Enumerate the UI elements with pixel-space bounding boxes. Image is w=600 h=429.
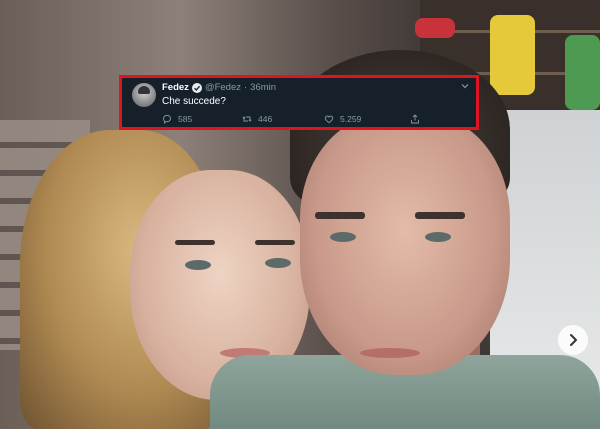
chevron-down-icon[interactable] [460,81,470,91]
tweet-actions: 585 446 5.259 [162,114,430,124]
man-eye [330,232,356,242]
woman-eyebrow [175,240,215,245]
like-button[interactable]: 5.259 [324,114,410,124]
turtle-toy [565,35,600,110]
next-photo-button[interactable] [558,325,588,355]
display-name[interactable]: Fedez [162,82,189,94]
woman-eye [185,260,211,270]
reply-count: 585 [178,114,193,124]
next-arrow-icon [570,334,577,346]
man-lips [360,348,420,358]
tweet-text: Che succede? [162,96,226,107]
reply-button[interactable]: 585 [162,114,242,124]
red-toy [415,18,455,38]
tweet-time[interactable]: 36min [250,82,276,94]
avatar[interactable] [132,83,156,107]
woman-eyebrow [255,240,295,245]
man-eyebrow [415,212,465,219]
sponge-toy [490,15,535,95]
tweet-header: Fedez @Fedez · 36min [162,82,276,94]
retweet-button[interactable]: 446 [242,114,324,124]
user-handle[interactable]: @Fedez [205,82,241,94]
man-face [300,115,510,375]
like-icon [324,115,334,124]
retweet-icon [242,116,252,122]
background-photo [0,0,600,429]
reply-icon [163,114,171,124]
share-button[interactable] [410,114,430,124]
retweet-count: 446 [258,114,273,124]
tweet-card[interactable]: Fedez @Fedez · 36min Che succede? 585 44… [119,75,479,130]
separator-dot: · [244,82,248,93]
woman-eye [265,258,291,268]
man-eyebrow [315,212,365,219]
share-icon [411,114,419,124]
man-eye [425,232,451,242]
like-count: 5.259 [340,114,362,124]
verified-badge-icon [191,83,202,93]
